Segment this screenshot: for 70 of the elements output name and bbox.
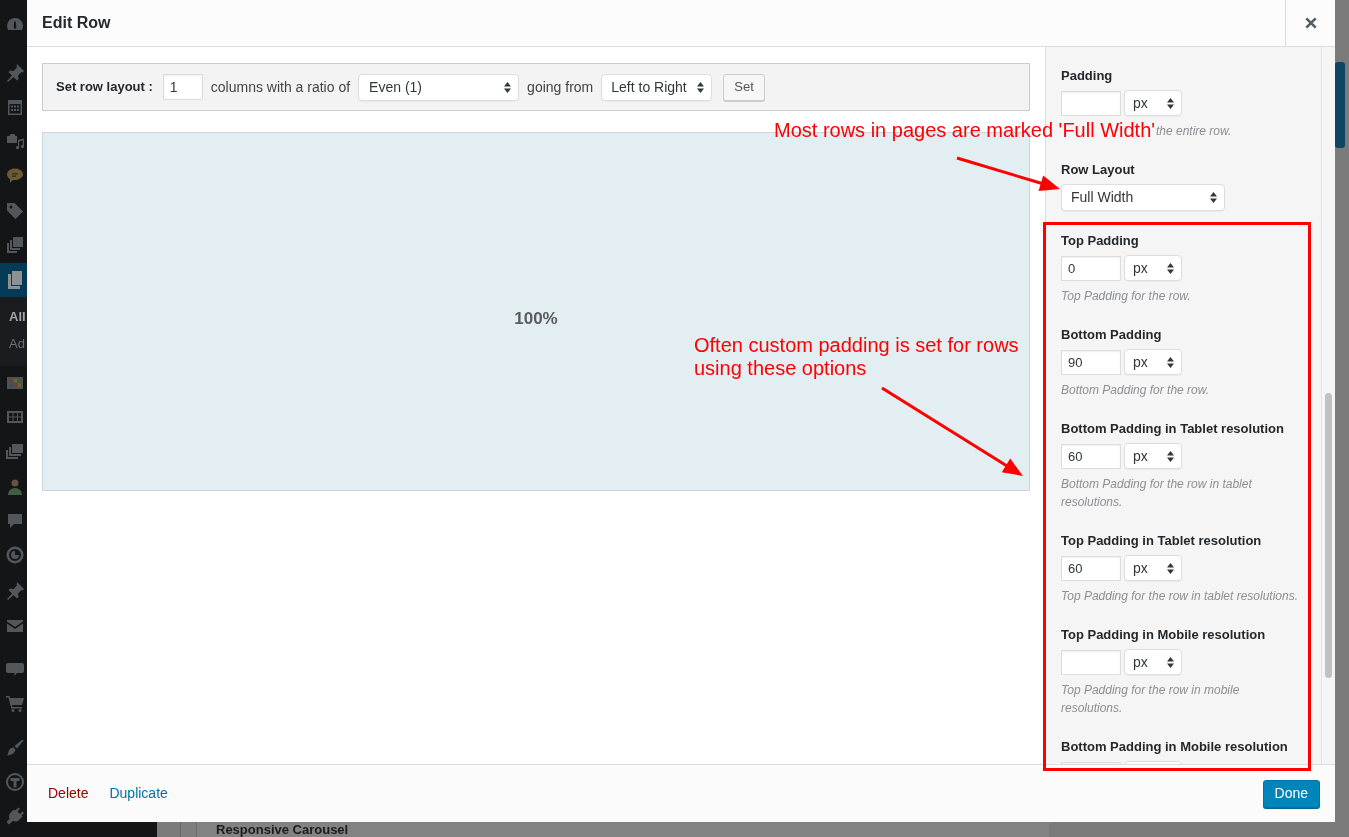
layout-select[interactable]: Full Width — [1061, 184, 1225, 211]
up-down-arrows-icon — [1167, 656, 1174, 668]
unit-select[interactable]: px — [1124, 555, 1182, 581]
field-label: Top Padding — [1061, 232, 1139, 250]
up-down-arrows-icon — [1167, 356, 1174, 368]
up-down-arrows-icon — [1210, 192, 1217, 203]
footer-link[interactable]: Duplicate — [109, 783, 168, 804]
direction-label: going from — [527, 77, 594, 97]
field-label: Bottom Padding in Tablet resolution — [1061, 420, 1284, 438]
field-description: Top Padding for the row in mobile resolutions. — [1061, 682, 1241, 717]
direction-select[interactable]: Left to Right — [601, 73, 713, 101]
up-down-arrows-icon — [1167, 562, 1174, 574]
value-input[interactable]: 60 — [1061, 443, 1121, 469]
field-label: Row Layout — [1061, 161, 1135, 179]
pin-icon — [5, 63, 25, 83]
panel-title: Responsive Carousel — [216, 822, 349, 837]
plug-icon — [5, 806, 25, 826]
annotation-text: Most rows in pages are marked 'Full Width' — [774, 119, 1156, 142]
circle-logo-icon — [5, 545, 25, 565]
column-width-label: 100% — [514, 307, 558, 330]
set-button[interactable]: Set — [723, 73, 765, 101]
cart-icon — [5, 693, 25, 713]
value-input[interactable]: 0 — [1061, 255, 1121, 281]
pages-icon — [5, 270, 25, 290]
up-down-arrows-icon — [504, 81, 512, 93]
scrollbar-thumb[interactable] — [1325, 393, 1332, 678]
pin-icon — [5, 581, 25, 601]
field-label: Bottom Padding — [1061, 326, 1162, 344]
field-description: the entire row. — [1156, 123, 1232, 140]
submenu-link[interactable]: All — [9, 307, 26, 327]
brush-icon — [5, 738, 25, 758]
unit-select[interactable]: px — [1124, 90, 1182, 116]
close-icon — [1304, 17, 1317, 29]
comment-icon — [5, 511, 25, 531]
unit-select[interactable]: px — [1124, 443, 1182, 469]
column-count-input[interactable]: 1 — [162, 74, 203, 100]
circle-letter-icon — [5, 772, 25, 792]
up-down-arrows-icon — [1167, 97, 1174, 109]
up-down-arrows-icon — [1167, 450, 1174, 462]
field-description: Bottom Padding for the row. — [1061, 382, 1211, 399]
unit-select[interactable]: px — [1124, 255, 1182, 281]
dialog-title: Edit Row — [42, 13, 111, 33]
unit-select[interactable]: px — [1124, 349, 1182, 375]
sidebar-menu-item[interactable] — [0, 263, 27, 297]
field-description: Top Padding for the row in tablet resolutions. — [1061, 588, 1300, 605]
up-down-arrows-icon — [697, 81, 705, 93]
value-input[interactable]: 60 — [1061, 555, 1121, 581]
up-down-arrows-icon — [1167, 262, 1174, 274]
tag-icon — [5, 201, 25, 221]
value-input[interactable] — [1061, 90, 1121, 116]
field-label: Top Padding in Mobile resolution — [1061, 626, 1266, 644]
value-input[interactable]: 90 — [1061, 349, 1121, 375]
unit-select[interactable]: px — [1124, 649, 1182, 675]
stack-icon — [5, 441, 25, 461]
field-label: Top Padding in Tablet resolution — [1061, 532, 1262, 550]
person-icon — [5, 477, 25, 497]
ratio-select[interactable]: Even (1) — [358, 73, 520, 101]
field-description: Bottom Padding for the row in tablet resolutions. — [1061, 476, 1253, 511]
done-button[interactable]: Done — [1262, 779, 1320, 808]
field-label: Padding — [1061, 67, 1113, 85]
field-description: Top Padding for the row. — [1061, 288, 1192, 305]
camera-note-icon — [5, 131, 25, 151]
layout-label: Set row layout : — [56, 78, 153, 97]
columns-label: columns with a ratio of — [210, 77, 351, 97]
stack-icon — [5, 235, 25, 255]
footer-link[interactable]: Delete — [48, 783, 89, 804]
calendar-icon — [5, 97, 25, 117]
annotation-text: Often custom padding is set for rows using these options — [694, 334, 1020, 380]
field-label: Bottom Padding in Mobile resolution — [1061, 738, 1288, 756]
value-input[interactable] — [1061, 649, 1121, 675]
